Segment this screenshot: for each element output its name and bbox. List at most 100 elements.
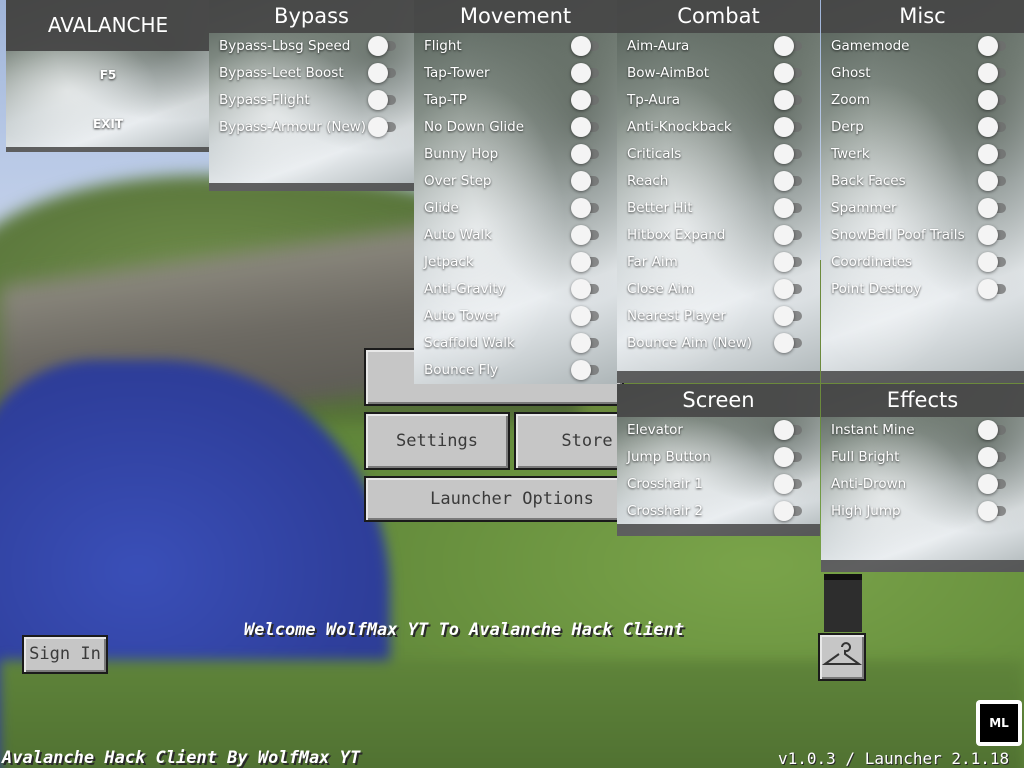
module-row[interactable]: Aim-Aura: [627, 32, 810, 59]
module-toggle[interactable]: [368, 89, 398, 110]
module-toggle[interactable]: [571, 143, 601, 164]
module-toggle[interactable]: [774, 446, 804, 467]
module-row[interactable]: Elevator: [627, 416, 810, 443]
launcher-options-button[interactable]: Launcher Options: [364, 476, 660, 522]
module-row[interactable]: Bypass-Lbsg Speed: [219, 32, 404, 59]
settings-button[interactable]: Settings: [364, 412, 510, 470]
module-toggle[interactable]: [571, 224, 601, 245]
module-toggle[interactable]: [571, 35, 601, 56]
module-toggle[interactable]: [774, 143, 804, 164]
module-toggle[interactable]: [571, 305, 601, 326]
module-toggle[interactable]: [571, 197, 601, 218]
module-toggle[interactable]: [571, 170, 601, 191]
f5-button[interactable]: F5: [6, 68, 210, 82]
module-row[interactable]: Bypass-Flight: [219, 86, 404, 113]
module-toggle[interactable]: [978, 446, 1008, 467]
module-row[interactable]: Full Bright: [831, 443, 1014, 470]
module-row[interactable]: Instant Mine: [831, 416, 1014, 443]
module-toggle[interactable]: [978, 116, 1008, 137]
module-toggle[interactable]: [774, 116, 804, 137]
module-toggle[interactable]: [571, 332, 601, 353]
module-row[interactable]: Bounce Fly: [424, 356, 607, 383]
module-toggle[interactable]: [368, 62, 398, 83]
module-toggle[interactable]: [774, 419, 804, 440]
module-toggle[interactable]: [978, 251, 1008, 272]
module-toggle[interactable]: [978, 35, 1008, 56]
module-toggle[interactable]: [571, 89, 601, 110]
module-row[interactable]: Crosshair 2: [627, 497, 810, 524]
module-toggle[interactable]: [978, 89, 1008, 110]
module-row[interactable]: Flight: [424, 32, 607, 59]
dressing-room-button[interactable]: [818, 633, 866, 681]
module-row[interactable]: Bunny Hop: [424, 140, 607, 167]
module-toggle[interactable]: [774, 224, 804, 245]
ml-badge[interactable]: ML: [976, 700, 1022, 746]
module-row[interactable]: Bow-AimBot: [627, 59, 810, 86]
module-toggle[interactable]: [774, 305, 804, 326]
module-row[interactable]: Bypass-Armour (New): [219, 113, 404, 140]
module-row[interactable]: Tap-Tower: [424, 59, 607, 86]
module-toggle[interactable]: [774, 197, 804, 218]
module-toggle[interactable]: [368, 116, 398, 137]
module-row[interactable]: Auto Tower: [424, 302, 607, 329]
module-row[interactable]: Crosshair 1: [627, 470, 810, 497]
module-row[interactable]: Scaffold Walk: [424, 329, 607, 356]
module-toggle[interactable]: [978, 278, 1008, 299]
module-toggle[interactable]: [978, 143, 1008, 164]
module-row[interactable]: Close Aim: [627, 275, 810, 302]
module-row[interactable]: Criticals: [627, 140, 810, 167]
module-toggle[interactable]: [978, 419, 1008, 440]
module-row[interactable]: Over Step: [424, 167, 607, 194]
module-toggle[interactable]: [571, 278, 601, 299]
module-row[interactable]: SnowBall Poof Trails: [831, 221, 1014, 248]
module-row[interactable]: Nearest Player: [627, 302, 810, 329]
module-toggle[interactable]: [774, 62, 804, 83]
module-row[interactable]: Derp: [831, 113, 1014, 140]
module-toggle[interactable]: [571, 116, 601, 137]
module-toggle[interactable]: [774, 251, 804, 272]
module-toggle[interactable]: [774, 332, 804, 353]
module-toggle[interactable]: [774, 170, 804, 191]
module-toggle[interactable]: [774, 278, 804, 299]
module-toggle[interactable]: [571, 251, 601, 272]
module-toggle[interactable]: [978, 197, 1008, 218]
module-row[interactable]: Ghost: [831, 59, 1014, 86]
module-row[interactable]: Twerk: [831, 140, 1014, 167]
module-row[interactable]: High Jump: [831, 497, 1014, 524]
module-row[interactable]: Spammer: [831, 194, 1014, 221]
module-toggle[interactable]: [774, 35, 804, 56]
module-row[interactable]: Better Hit: [627, 194, 810, 221]
module-row[interactable]: Jetpack: [424, 248, 607, 275]
module-toggle[interactable]: [368, 35, 398, 56]
module-row[interactable]: Back Faces: [831, 167, 1014, 194]
module-row[interactable]: Bounce Aim (New): [627, 329, 810, 356]
module-row[interactable]: Coordinates: [831, 248, 1014, 275]
module-toggle[interactable]: [978, 224, 1008, 245]
module-row[interactable]: Bypass-Leet Boost: [219, 59, 404, 86]
module-row[interactable]: Tap-TP: [424, 86, 607, 113]
module-row[interactable]: No Down Glide: [424, 113, 607, 140]
module-row[interactable]: Reach: [627, 167, 810, 194]
module-row[interactable]: Far Aim: [627, 248, 810, 275]
module-row[interactable]: Tp-Aura: [627, 86, 810, 113]
module-toggle[interactable]: [571, 62, 601, 83]
module-row[interactable]: Jump Button: [627, 443, 810, 470]
module-toggle[interactable]: [978, 500, 1008, 521]
module-row[interactable]: Gamemode: [831, 32, 1014, 59]
module-toggle[interactable]: [978, 473, 1008, 494]
sign-in-button[interactable]: Sign In: [22, 635, 108, 674]
module-toggle[interactable]: [774, 500, 804, 521]
module-row[interactable]: Anti-Knockback: [627, 113, 810, 140]
module-toggle[interactable]: [978, 62, 1008, 83]
module-row[interactable]: Point Destroy: [831, 275, 1014, 302]
exit-button[interactable]: EXIT: [6, 117, 210, 131]
module-row[interactable]: Anti-Gravity: [424, 275, 607, 302]
module-toggle[interactable]: [774, 89, 804, 110]
module-toggle[interactable]: [571, 359, 601, 380]
module-row[interactable]: Auto Walk: [424, 221, 607, 248]
module-toggle[interactable]: [978, 170, 1008, 191]
module-toggle[interactable]: [774, 473, 804, 494]
module-row[interactable]: Zoom: [831, 86, 1014, 113]
module-row[interactable]: Hitbox Expand: [627, 221, 810, 248]
module-row[interactable]: Glide: [424, 194, 607, 221]
